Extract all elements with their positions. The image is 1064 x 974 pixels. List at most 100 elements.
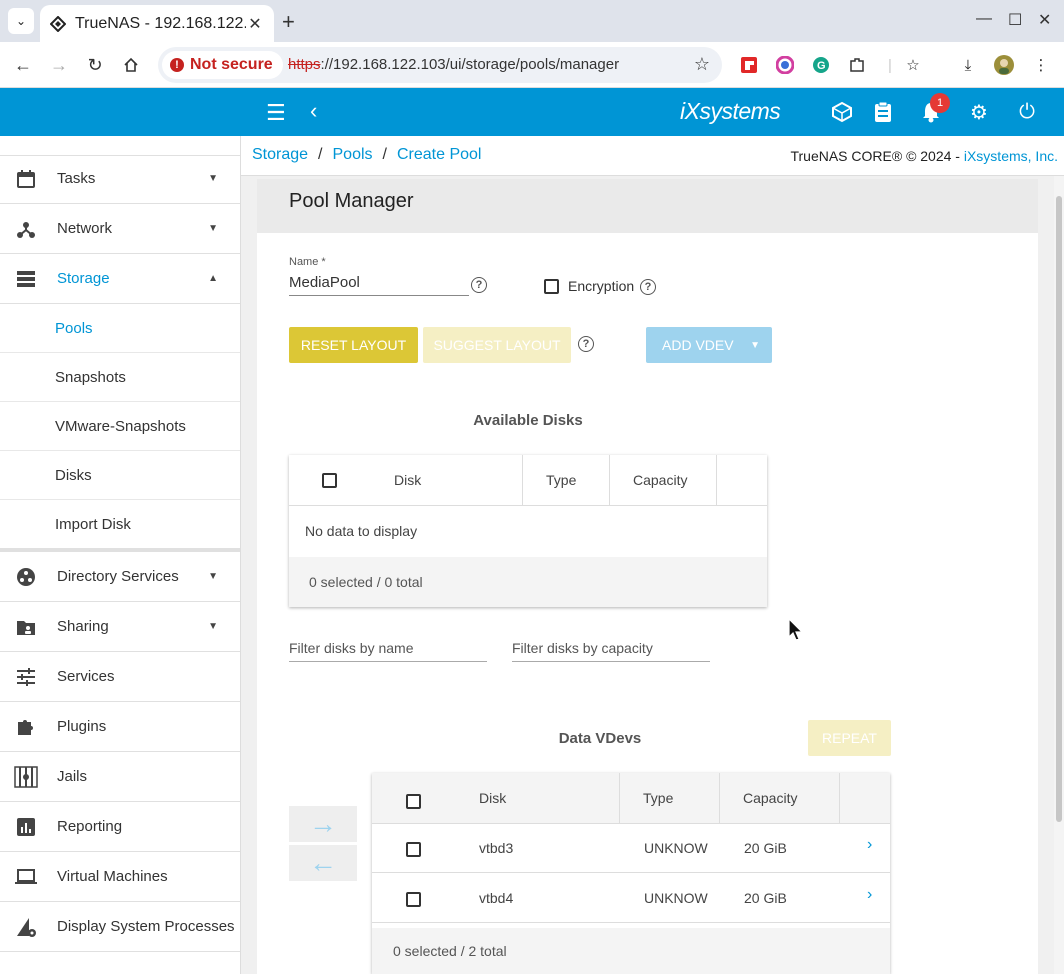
tab-close-icon[interactable]: ✕: [246, 14, 264, 34]
sidebar-subitem-import-disk[interactable]: Import Disk: [0, 500, 240, 549]
add-vdev-dropdown-caret-icon[interactable]: ▼: [750, 340, 760, 351]
bookmark-star-icon[interactable]: ☆: [694, 54, 710, 75]
row-checkbox[interactable]: [406, 892, 421, 907]
available-disks-table: Disk Type Capacity No data to display 0 …: [289, 455, 767, 607]
sidebar-item-network[interactable]: Network ▼: [0, 204, 240, 254]
column-header-capacity[interactable]: Capacity: [743, 773, 797, 823]
sidebar-subitem-pools[interactable]: Pools: [0, 304, 240, 353]
suggest-layout-help-icon[interactable]: ?: [578, 336, 594, 352]
scrollbar-thumb[interactable]: [1056, 196, 1062, 822]
sidebar: Tasks ▼ Network ▼ Storage ▲ Pools Snapsh…: [0, 136, 241, 974]
browser-tab[interactable]: TrueNAS - 192.168.122.103 ✕: [40, 5, 274, 42]
sidebar-item-plugins[interactable]: Plugins: [0, 702, 240, 752]
clipboard-tasks-icon[interactable]: [871, 100, 895, 124]
encryption-help-icon[interactable]: ?: [640, 279, 656, 295]
suggest-layout-button[interactable]: SUGGEST LAYOUT: [423, 327, 571, 363]
shared-folder-icon: [14, 615, 38, 639]
power-icon[interactable]: ⏻: [1015, 100, 1039, 124]
new-tab-icon[interactable]: +: [282, 9, 295, 35]
name-input[interactable]: MediaPool: [289, 274, 360, 291]
data-vdevs-select-all-checkbox[interactable]: [406, 794, 421, 809]
reset-layout-button[interactable]: RESET LAYOUT: [289, 327, 418, 363]
address-bar[interactable]: ! Not secure https://192.168.122.103/ui/…: [158, 47, 722, 83]
reload-icon[interactable]: ↻: [83, 53, 107, 77]
breadcrumb-storage-link[interactable]: Storage: [252, 146, 308, 163]
grammarly-extension-icon[interactable]: G: [811, 55, 831, 75]
breadcrumb-pools-link[interactable]: Pools: [333, 146, 373, 163]
ixsystems-link[interactable]: iXsystems, Inc.: [964, 148, 1058, 164]
breadcrumb-bar: Storage / Pools / Create Pool TrueNAS CORE® …: [241, 136, 1064, 176]
filter-disks-by-capacity-input[interactable]: Filter disks by capacity: [512, 640, 653, 656]
breadcrumb-create-pool[interactable]: Create Pool: [397, 146, 482, 163]
forward-arrow-icon[interactable]: →: [47, 53, 71, 77]
flipboard-extension-icon[interactable]: [739, 55, 759, 75]
settings-gear-icon[interactable]: ⚙: [967, 100, 991, 124]
repeat-button[interactable]: REPEAT: [808, 720, 891, 756]
profile-avatar-icon[interactable]: [994, 55, 1014, 75]
maximize-icon[interactable]: ☐: [1008, 10, 1022, 30]
row-expand-chevron-icon[interactable]: ›: [867, 836, 872, 854]
sidebar-item-directory-services[interactable]: Directory Services ▼: [0, 552, 240, 602]
sidebar-item-sharing[interactable]: Sharing ▼: [0, 602, 240, 652]
row-expand-chevron-icon[interactable]: ›: [867, 886, 872, 904]
column-header-disk[interactable]: Disk: [394, 455, 421, 505]
column-divider: [522, 455, 523, 505]
svg-text:G: G: [817, 60, 826, 72]
filter-disks-by-name-input[interactable]: Filter disks by name: [289, 640, 413, 656]
content-scrollbar[interactable]: [1054, 176, 1064, 974]
move-to-vdev-button[interactable]: →: [289, 806, 357, 842]
sidebar-item-reporting[interactable]: Reporting: [0, 802, 240, 852]
window-close-icon[interactable]: ✕: [1038, 10, 1051, 30]
row-disk: vtbd3: [479, 840, 514, 856]
pool-manager-header: Pool Manager: [257, 179, 1038, 233]
download-icon[interactable]: ⤓: [958, 55, 978, 75]
add-vdev-button[interactable]: ADD VDEV ▼: [646, 327, 772, 363]
partial-icon: [14, 136, 38, 143]
copyright-text: TrueNAS CORE® © 2024 - iXsystems, Inc.: [790, 148, 1058, 164]
sidebar-item-services[interactable]: Services: [0, 652, 240, 702]
sidebar-item-virtual-machines[interactable]: Virtual Machines: [0, 852, 240, 902]
sidebar-subitem-vmware-snapshots[interactable]: VMware-Snapshots: [0, 402, 240, 451]
truecommand-icon[interactable]: [830, 100, 854, 124]
sidebar-item-label: Virtual Machines: [57, 868, 168, 885]
table-row[interactable]: vtbd4 UNKNOW 20 GiB ›: [372, 873, 890, 922]
not-secure-chip[interactable]: ! Not secure: [162, 51, 283, 79]
sidebar-subitem-disks[interactable]: Disks: [0, 451, 240, 500]
available-disks-select-all-checkbox[interactable]: [322, 473, 337, 488]
home-icon[interactable]: [119, 53, 143, 77]
caret-down-icon: ▼: [208, 621, 218, 632]
name-help-icon[interactable]: ?: [471, 277, 487, 293]
sidebar-item-jails[interactable]: Jails: [0, 752, 240, 802]
move-to-available-button[interactable]: ←: [289, 845, 357, 881]
sidebar-item-partial-bottom[interactable]: [0, 952, 240, 974]
column-header-type[interactable]: Type: [546, 455, 576, 505]
truenas-favicon-icon: [50, 15, 66, 32]
extensions-puzzle-icon[interactable]: [847, 55, 867, 75]
hamburger-menu-icon[interactable]: ☰: [266, 100, 286, 126]
available-disks-title: Available Disks: [473, 412, 583, 429]
minimize-icon[interactable]: —: [976, 10, 992, 28]
sidebar-item-display-system-processes[interactable]: Display System Processes: [0, 902, 240, 952]
warning-icon: !: [170, 58, 184, 72]
url-text: https://192.168.122.103/ui/storage/pools…: [288, 56, 619, 73]
jail-icon: [14, 765, 38, 789]
sidebar-item-partial[interactable]: [0, 136, 240, 156]
reading-list-icon[interactable]: ☆: [903, 55, 923, 75]
browser-menu-icon[interactable]: ⋮: [1031, 55, 1051, 75]
tab-search-button[interactable]: ⌄: [8, 8, 34, 34]
sidebar-item-storage[interactable]: Storage ▲: [0, 254, 240, 304]
column-header-capacity[interactable]: Capacity: [633, 455, 687, 505]
sidebar-subitem-snapshots[interactable]: Snapshots: [0, 353, 240, 402]
column-divider: [609, 455, 610, 505]
column-header-disk[interactable]: Disk: [479, 773, 506, 823]
back-arrow-icon[interactable]: ←: [11, 53, 35, 77]
sidebar-item-label: Directory Services: [57, 568, 179, 585]
table-row[interactable]: vtbd3 UNKNOW 20 GiB ›: [372, 823, 890, 872]
row-checkbox[interactable]: [406, 842, 421, 857]
column-header-type[interactable]: Type: [643, 773, 673, 823]
color-extension-icon[interactable]: [775, 55, 795, 75]
row-type: UNKNOW: [644, 840, 708, 856]
collapse-sidebar-chevron-icon[interactable]: ‹: [310, 98, 317, 124]
encryption-checkbox[interactable]: [544, 279, 559, 294]
sidebar-item-tasks[interactable]: Tasks ▼: [0, 154, 240, 204]
